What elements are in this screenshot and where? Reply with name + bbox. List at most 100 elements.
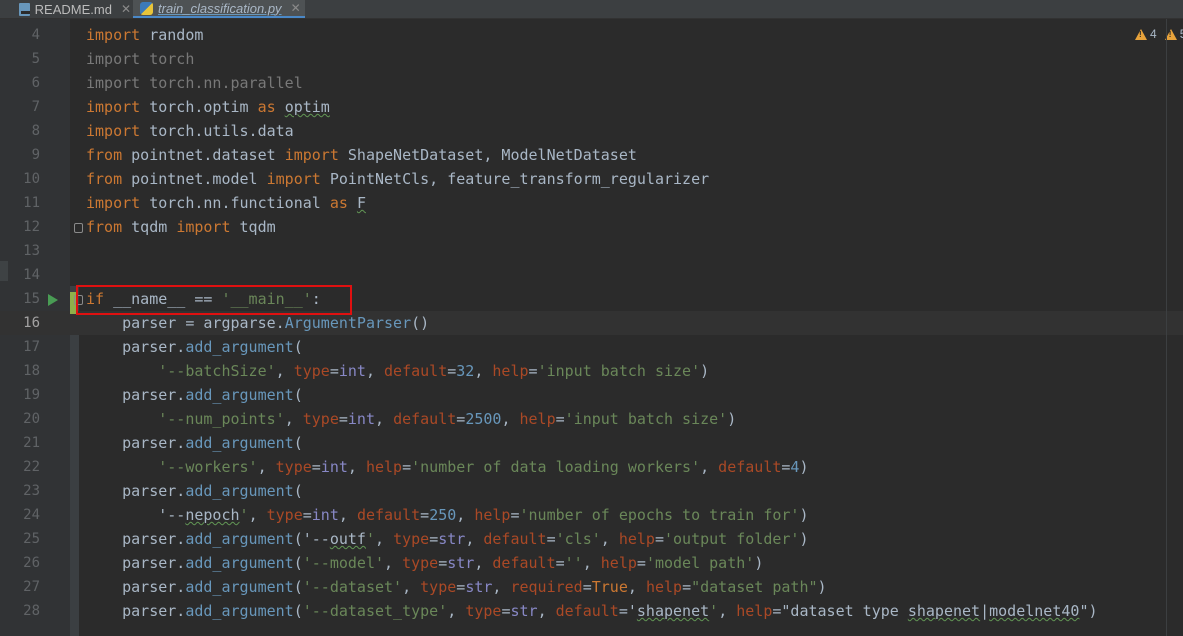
code-line[interactable]: 8 import torch.utils.data — [0, 119, 1183, 143]
line-number: 27 — [23, 579, 40, 595]
code-text[interactable]: import torch.nn.functional as F — [86, 191, 366, 215]
run-icon[interactable] — [48, 294, 58, 306]
code-line[interactable]: 21 parser.add_argument( — [0, 431, 1183, 455]
code-token: , — [474, 362, 493, 380]
code-token: , — [284, 410, 303, 428]
fold-icon[interactable] — [74, 223, 83, 233]
code-token: random — [140, 26, 204, 44]
code-token: default — [718, 458, 782, 476]
code-text[interactable]: '--workers', type=int, help='number of d… — [86, 455, 808, 479]
code-line[interactable]: 25 parser.add_argument('--outf', type=st… — [0, 527, 1183, 551]
code-token: = — [618, 602, 628, 620]
code-text[interactable]: parser.add_argument('--model', type=str,… — [86, 551, 763, 575]
code-line[interactable]: 13 — [0, 239, 1183, 263]
code-text[interactable]: parser.add_argument( — [86, 479, 303, 503]
line-number: 28 — [23, 603, 40, 619]
code-token: torch — [140, 50, 195, 68]
close-icon[interactable]: ✕ — [291, 1, 301, 15]
code-line[interactable]: 17 parser.add_argument( — [0, 335, 1183, 359]
code-token: ArgumentParser — [284, 314, 412, 332]
code-text[interactable]: parser.add_argument('--dataset', type=st… — [86, 575, 827, 599]
code-token: , — [492, 578, 511, 596]
line-number: 11 — [23, 195, 40, 211]
code-line[interactable]: 9 from pointnet.dataset import ShapeNetDa… — [0, 143, 1183, 167]
code-text[interactable]: '--batchSize', type=int, default=32, hel… — [86, 359, 709, 383]
vertical-scrollbar[interactable] — [1166, 19, 1167, 636]
code-token: required — [510, 578, 583, 596]
code-token: '--dataset_type' — [302, 602, 448, 620]
code-token: add_argument — [185, 554, 294, 572]
code-line[interactable]: 11 import torch.nn.functional as F — [0, 191, 1183, 215]
code-text[interactable]: from pointnet.model import PointNetCls, … — [86, 167, 709, 191]
code-text[interactable]: import torch.optim as optim — [86, 95, 330, 119]
code-text[interactable]: import torch.nn.parallel — [86, 71, 303, 95]
code-text[interactable]: import torch.utils.data — [86, 119, 294, 143]
line-number: 19 — [23, 387, 40, 403]
highlight-box — [76, 285, 352, 315]
code-token: = — [302, 506, 312, 524]
code-token: parser. — [86, 386, 186, 404]
python-file-icon — [140, 1, 153, 15]
code-line[interactable]: 28 parser.add_argument('--dataset_type',… — [0, 599, 1183, 623]
code-token: ) — [817, 578, 827, 596]
close-icon[interactable]: ✕ — [121, 2, 131, 16]
code-token: torch.nn.functional — [140, 194, 330, 212]
line-number: 6 — [31, 75, 40, 91]
code-line[interactable]: 19 parser.add_argument( — [0, 383, 1183, 407]
code-line[interactable]: 22 '--workers', type=int, help='number o… — [0, 455, 1183, 479]
code-line[interactable]: 23 parser.add_argument( — [0, 479, 1183, 503]
code-line[interactable]: 26 parser.add_argument('--model', type=s… — [0, 551, 1183, 575]
code-text[interactable]: import random — [86, 23, 203, 47]
tab-readme[interactable]: README.md ✕ — [0, 0, 131, 18]
code-line[interactable]: 14 — [0, 263, 1183, 287]
code-line[interactable]: 24 '--nepoch', type=int, default=250, he… — [0, 503, 1183, 527]
code-text[interactable]: parser.add_argument( — [86, 335, 303, 359]
code-editor[interactable]: 4 import random 5 import torch 6 import torch… — [0, 19, 1183, 636]
code-text[interactable]: '--num_points', type=int, default=2500, … — [86, 407, 736, 431]
code-text[interactable]: parser.add_argument('--outf', type=str, … — [86, 527, 808, 551]
code-text[interactable]: from pointnet.dataset import ShapeNetDat… — [86, 143, 637, 167]
code-line[interactable]: 10 from pointnet.model import PointNetCls… — [0, 167, 1183, 191]
code-token: add_argument — [185, 602, 294, 620]
code-line[interactable]: 7 import torch.optim as optim — [0, 95, 1183, 119]
code-text[interactable]: parser.add_argument('--dataset_type', ty… — [86, 599, 1098, 623]
code-line[interactable]: 6 import torch.nn.parallel — [0, 71, 1183, 95]
code-token: ") — [1079, 602, 1098, 620]
code-token: parser. — [86, 554, 186, 572]
line-number: 22 — [23, 459, 40, 475]
code-text[interactable]: parser.add_argument( — [86, 383, 303, 407]
line-number: 7 — [31, 99, 40, 115]
code-line[interactable]: 12 from tqdm import tqdm — [0, 215, 1183, 239]
line-number: 14 — [23, 267, 40, 283]
code-token: 2500 — [465, 410, 502, 428]
code-line[interactable]: 27 parser.add_argument('--dataset', type… — [0, 575, 1183, 599]
code-token: import — [86, 194, 141, 212]
code-token: help — [618, 530, 655, 548]
code-token: import — [86, 26, 141, 44]
code-token: help — [519, 410, 556, 428]
tab-train-classification[interactable]: train_classification.py ✕ — [133, 0, 305, 18]
code-token: import — [86, 74, 141, 92]
code-token: '-- — [302, 530, 330, 548]
code-line[interactable]: 20 '--num_points', type=int, default=250… — [0, 407, 1183, 431]
code-text[interactable]: parser.add_argument( — [86, 431, 303, 455]
code-text[interactable]: from tqdm import tqdm — [86, 215, 276, 239]
code-token: int — [338, 362, 366, 380]
code-text[interactable]: '--nepoch', type=int, default=250, help=… — [86, 503, 808, 527]
code-token: , — [275, 362, 294, 380]
code-token: , — [447, 602, 466, 620]
code-token: int — [311, 506, 339, 524]
code-line[interactable]: 18 '--batchSize', type=int, default=32, … — [0, 359, 1183, 383]
code-token: = — [528, 362, 538, 380]
line-number: 20 — [23, 411, 40, 427]
code-line[interactable]: 5 import torch — [0, 47, 1183, 71]
code-token: int — [347, 410, 375, 428]
code-token: = — [329, 362, 339, 380]
code-token: torch.optim — [140, 98, 258, 116]
code-line[interactable]: 4 import random — [0, 23, 1183, 47]
code-text[interactable]: import torch — [86, 47, 194, 71]
code-token: type — [302, 410, 339, 428]
inspection-widget[interactable]: 4 5 — [1135, 27, 1183, 41]
code-token: , — [456, 506, 475, 524]
